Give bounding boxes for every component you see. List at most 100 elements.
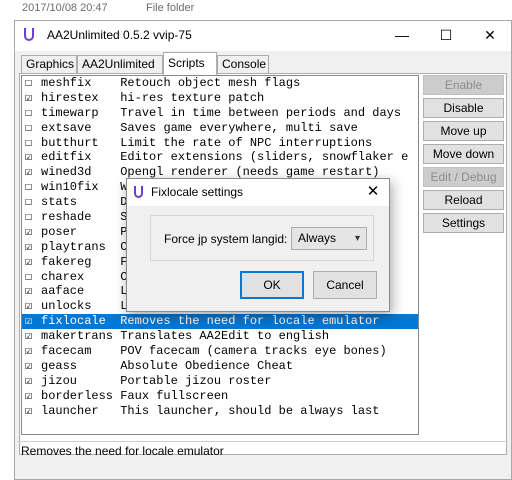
dialog-title-bar[interactable]: Fixlocale settings ✕ bbox=[127, 179, 389, 206]
checkbox[interactable]: ☑ bbox=[25, 240, 41, 255]
script-list-item[interactable]: ☑ facecam POV facecam (camera tracks eye … bbox=[22, 344, 418, 359]
script-description: POV facecam (camera tracks eye bones) bbox=[120, 344, 387, 359]
title-bar[interactable]: AA2Unlimited 0.5.2 vvip-75 — ☐ ✕ bbox=[15, 21, 511, 51]
checkbox[interactable]: ☑ bbox=[25, 374, 41, 389]
background-type: File folder bbox=[146, 2, 195, 14]
checkbox[interactable]: ☑ bbox=[25, 284, 41, 299]
settings-button[interactable]: Settings bbox=[423, 213, 504, 233]
tab-console[interactable]: Console bbox=[217, 55, 269, 74]
checkbox[interactable]: ☐ bbox=[25, 106, 41, 121]
checkbox[interactable]: ☑ bbox=[25, 91, 41, 106]
checkbox[interactable]: ☑ bbox=[25, 150, 41, 165]
script-name: poser bbox=[41, 224, 78, 239]
script-name: jizou bbox=[41, 373, 78, 388]
checkbox[interactable]: ☐ bbox=[25, 76, 41, 91]
checkbox[interactable]: ☐ bbox=[25, 136, 41, 151]
app-icon bbox=[24, 28, 34, 41]
script-list-item[interactable]: ☑ makertrans Translates AA2Edit to englis… bbox=[22, 329, 418, 344]
checkbox[interactable]: ☑ bbox=[25, 359, 41, 374]
script-description: Removes the need for locale emulator bbox=[120, 314, 380, 329]
dialog-title: Fixlocale settings bbox=[151, 185, 244, 199]
script-name: borderless bbox=[41, 388, 114, 403]
script-description: Limit the rate of NPC interruptions bbox=[120, 135, 373, 150]
cancel-button[interactable]: Cancel bbox=[313, 271, 377, 299]
move-down-button[interactable]: Move down bbox=[423, 144, 504, 164]
script-name: extsave bbox=[41, 120, 92, 135]
script-name: facecam bbox=[41, 344, 92, 359]
script-description: hi-res texture patch bbox=[120, 90, 265, 105]
dialog-app-icon bbox=[134, 186, 143, 198]
script-list-item[interactable]: ☐ butthurt Limit the rate of NPC interrup… bbox=[22, 136, 418, 151]
script-name: aaface bbox=[41, 284, 85, 299]
checkbox[interactable]: ☑ bbox=[25, 225, 41, 240]
checkbox[interactable]: ☐ bbox=[25, 210, 41, 225]
edit-debug-button[interactable]: Edit / Debug bbox=[423, 167, 504, 187]
checkbox[interactable]: ☐ bbox=[25, 270, 41, 285]
checkbox[interactable]: ☐ bbox=[25, 195, 41, 210]
checkbox[interactable]: ☐ bbox=[25, 180, 41, 195]
script-name: butthurt bbox=[41, 135, 99, 150]
script-description: Saves game everywhere, multi save bbox=[120, 120, 358, 135]
script-name: launcher bbox=[41, 403, 99, 418]
enable-button[interactable]: Enable bbox=[423, 75, 504, 95]
checkbox[interactable]: ☑ bbox=[25, 404, 41, 419]
script-list-item[interactable]: ☐ meshfix Retouch object mesh flags bbox=[22, 76, 418, 91]
minimize-button[interactable]: — bbox=[380, 21, 424, 51]
script-name: unlocks bbox=[41, 299, 92, 314]
script-name: charex bbox=[41, 269, 85, 284]
script-list-item[interactable]: ☑ geass Absolute Obedience Cheat bbox=[22, 359, 418, 374]
dialog-close-button[interactable]: ✕ bbox=[363, 182, 383, 202]
window-title: AA2Unlimited 0.5.2 vvip-75 bbox=[47, 28, 192, 42]
checkbox[interactable]: ☑ bbox=[25, 255, 41, 270]
langid-dropdown[interactable]: Always ▾ bbox=[291, 227, 367, 250]
disable-button[interactable]: Disable bbox=[423, 98, 504, 118]
script-list-item[interactable]: ☑ editfix Editor extensions (sliders, sno… bbox=[22, 150, 418, 165]
checkbox[interactable]: ☑ bbox=[25, 329, 41, 344]
script-list-item[interactable]: ☐ timewarp Travel in time between periods… bbox=[22, 106, 418, 121]
checkbox[interactable]: ☑ bbox=[25, 344, 41, 359]
move-up-button[interactable]: Move up bbox=[423, 121, 504, 141]
script-name: hirestex bbox=[41, 90, 99, 105]
dialog-option-group: Force jp system langid: Always ▾ bbox=[150, 215, 374, 261]
chevron-down-icon: ▾ bbox=[354, 233, 360, 244]
script-list-item[interactable]: ☑ launcher This launcher, should be alway… bbox=[22, 404, 418, 419]
ok-button[interactable]: OK bbox=[240, 271, 304, 299]
checkbox[interactable]: ☑ bbox=[25, 165, 41, 180]
desktop: 2017/10/08 20:47 File folder AA2Unlimite… bbox=[0, 0, 512, 480]
script-list-item[interactable]: ☑ fixlocale Removes the need for locale e… bbox=[22, 314, 418, 330]
close-button[interactable]: ✕ bbox=[468, 21, 512, 51]
langid-label: Force jp system langid: bbox=[164, 232, 288, 246]
script-list-item[interactable]: ☑ hirestex hi-res texture patch bbox=[22, 91, 418, 106]
tab-aa2unlimited[interactable]: AA2Unlimited bbox=[77, 55, 163, 74]
script-list-item[interactable]: ☑ borderless Faux fullscreen bbox=[22, 389, 418, 404]
script-description: This launcher, should be always last bbox=[120, 403, 380, 418]
checkbox[interactable]: ☑ bbox=[25, 314, 41, 329]
script-description: Portable jizou roster bbox=[120, 373, 272, 388]
script-list-item[interactable]: ☑ jizou Portable jizou roster bbox=[22, 374, 418, 389]
maximize-button[interactable]: ☐ bbox=[424, 21, 468, 51]
tab-scripts[interactable]: Scripts bbox=[163, 52, 217, 75]
background-explorer-row: 2017/10/08 20:47 File folder bbox=[0, 0, 512, 20]
script-name: geass bbox=[41, 358, 78, 373]
background-date: 2017/10/08 20:47 bbox=[22, 2, 108, 14]
script-name: editfix bbox=[41, 150, 92, 165]
checkbox[interactable]: ☐ bbox=[25, 121, 41, 136]
checkbox[interactable]: ☑ bbox=[25, 299, 41, 314]
checkbox[interactable]: ☑ bbox=[25, 389, 41, 404]
reload-button[interactable]: Reload bbox=[423, 190, 504, 210]
script-name: timewarp bbox=[41, 105, 99, 120]
tab-graphics[interactable]: Graphics bbox=[21, 55, 77, 74]
script-list-item[interactable]: ☐ extsave Saves game everywhere, multi sa… bbox=[22, 121, 418, 136]
